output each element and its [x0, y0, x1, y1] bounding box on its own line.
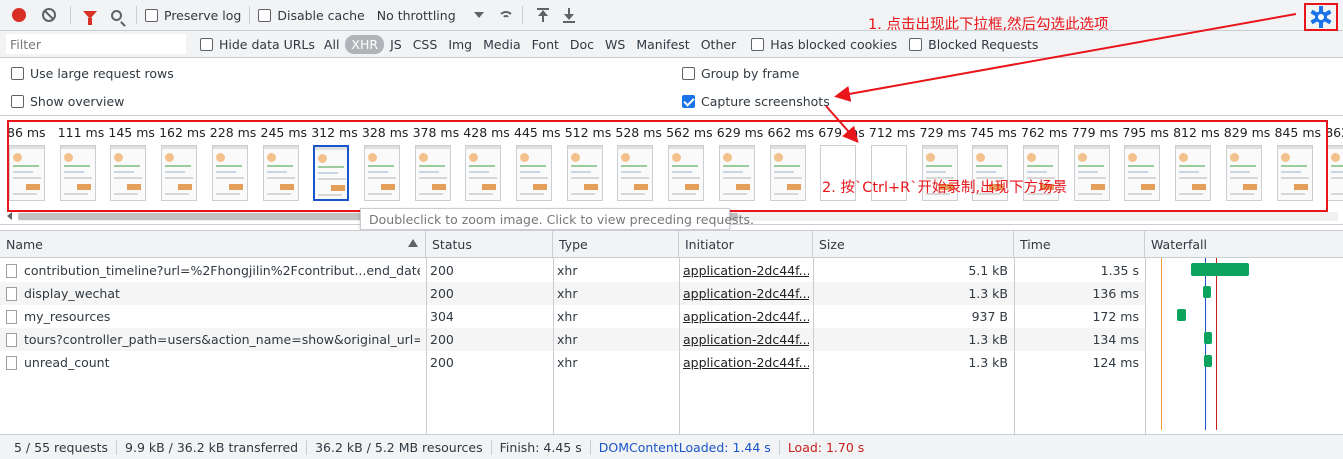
annotation-arrows — [825, 13, 1297, 143]
devtools-network-panel: Preserve log Disable cache No throttling… — [0, 0, 1343, 459]
annotation-arrow-2 — [825, 105, 859, 143]
annotation-arrow-1 — [834, 13, 1297, 102]
